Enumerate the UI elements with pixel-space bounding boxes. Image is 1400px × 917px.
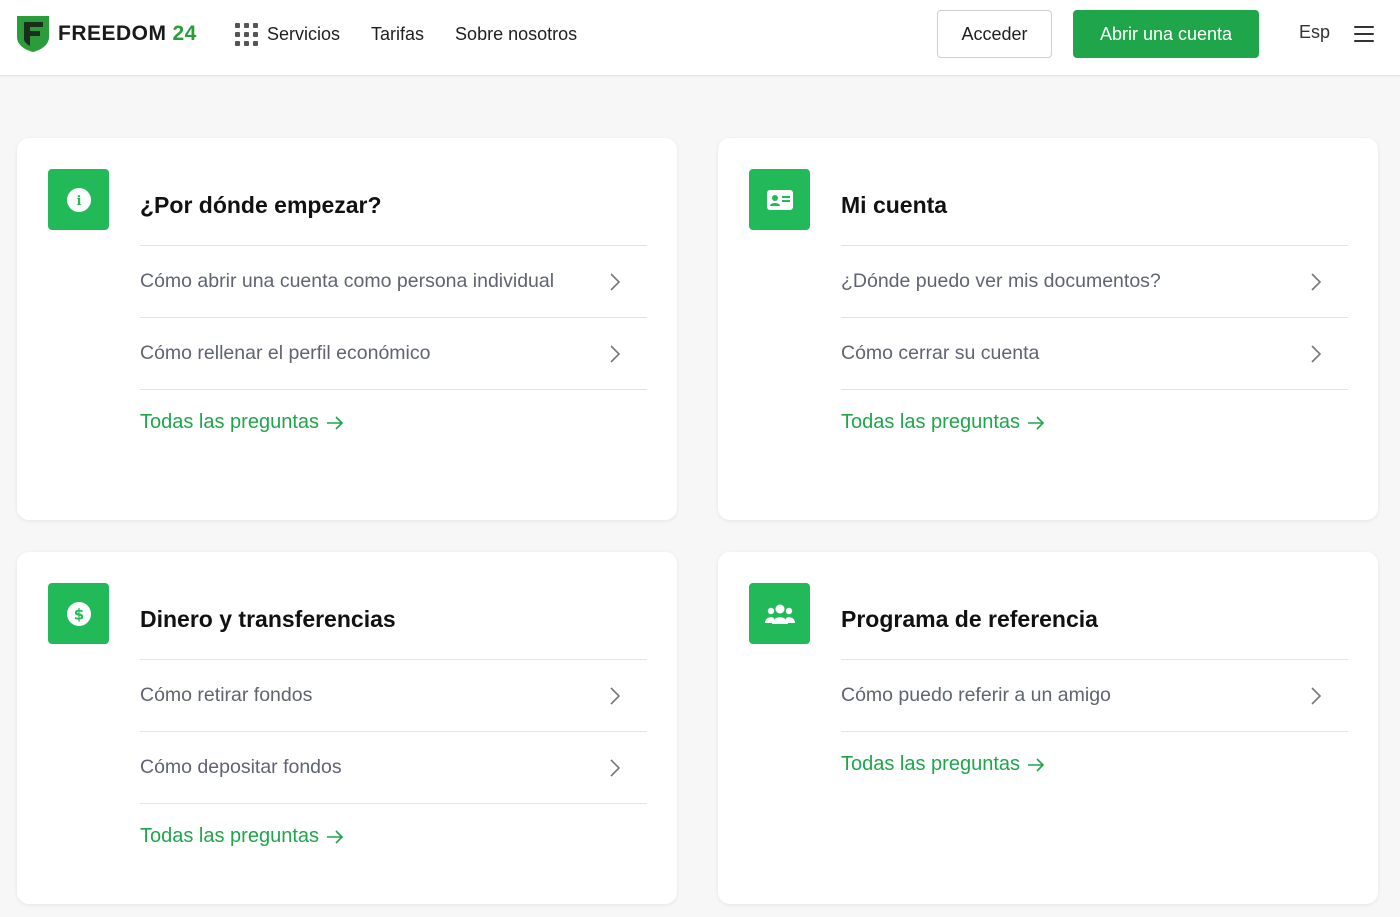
faq-item-label: Cómo puedo referir a un amigo — [841, 684, 1111, 706]
faq-list: Cómo abrir una cuenta como persona indiv… — [140, 245, 647, 434]
card-title: Mi cuenta — [841, 192, 948, 218]
all-questions-label: Todas las preguntas — [140, 825, 320, 847]
all-questions-link[interactable]: Todas las preguntas — [841, 389, 1348, 434]
chevron-right-icon — [1311, 686, 1322, 705]
card-title: ¿Por dónde empezar? — [140, 192, 382, 218]
faq-list: Cómo puedo referir a un amigo Todas las … — [841, 659, 1348, 776]
id-card-icon — [749, 169, 810, 230]
all-questions-label: Todas las preguntas — [140, 411, 320, 433]
faq-item-label: Cómo abrir una cuenta como persona indiv… — [140, 270, 555, 292]
main-nav: Servicios Tarifas Sobre nosotros — [235, 0, 608, 68]
open-account-button[interactable]: Abrir una cuenta — [1073, 10, 1259, 58]
faq-item-label: Cómo retirar fondos — [140, 684, 313, 706]
group-icon — [749, 583, 810, 644]
faq-item[interactable]: Cómo retirar fondos — [140, 659, 647, 731]
faq-card-referral-program: Programa de referencia Cómo puedo referi… — [718, 552, 1378, 904]
chevron-right-icon — [1311, 272, 1322, 291]
language-selector[interactable]: Esp — [1299, 22, 1330, 43]
logo-text: FREEDOM 24 — [58, 22, 197, 45]
faq-item[interactable]: Cómo rellenar el perfil económico — [140, 317, 647, 389]
nav-sobre-nosotros[interactable]: Sobre nosotros — [455, 24, 577, 45]
faq-item[interactable]: Cómo puedo referir a un amigo — [841, 659, 1348, 731]
svg-text:i: i — [76, 194, 81, 209]
arrow-right-icon — [1028, 415, 1045, 430]
chevron-right-icon — [610, 272, 621, 291]
faq-list: Cómo retirar fondos Cómo depositar fondo… — [140, 659, 647, 848]
all-questions-link[interactable]: Todas las preguntas — [841, 731, 1348, 776]
all-questions-link[interactable]: Todas las preguntas — [140, 803, 647, 848]
all-questions-label: Todas las preguntas — [841, 411, 1021, 433]
faq-item[interactable]: ¿Dónde puedo ver mis documentos? — [841, 245, 1348, 317]
arrow-right-icon — [327, 829, 344, 844]
nav-servicios-label: Servicios — [267, 23, 341, 44]
chevron-right-icon — [610, 344, 621, 363]
faq-item-label: Cómo depositar fondos — [140, 756, 342, 778]
faq-item-label: ¿Dónde puedo ver mis documentos? — [841, 270, 1161, 292]
login-button[interactable]: Acceder — [937, 10, 1052, 58]
info-icon: i — [48, 169, 109, 230]
chevron-right-icon — [1311, 344, 1322, 363]
nav-servicios[interactable]: Servicios — [235, 22, 340, 46]
chevron-right-icon — [610, 686, 621, 705]
logo[interactable]: FREEDOM 24 — [16, 15, 197, 53]
all-questions-label: Todas las preguntas — [841, 753, 1021, 775]
faq-item[interactable]: Cómo cerrar su cuenta — [841, 317, 1348, 389]
faq-item-label: Cómo rellenar el perfil económico — [140, 342, 431, 364]
svg-text:$: $ — [73, 605, 83, 623]
faq-card-money-transfers: $ Dinero y transferencias Cómo retirar f… — [17, 552, 677, 904]
arrow-right-icon — [327, 415, 344, 430]
dollar-icon: $ — [48, 583, 109, 644]
nav-tarifas-label: Tarifas — [371, 23, 425, 44]
arrow-right-icon — [1028, 757, 1045, 772]
faq-item[interactable]: Cómo abrir una cuenta como persona indiv… — [140, 245, 647, 317]
card-title: Programa de referencia — [841, 606, 1098, 632]
chevron-right-icon — [610, 758, 621, 777]
faq-item-label: Cómo cerrar su cuenta — [841, 342, 1040, 364]
faq-card-my-account: Mi cuenta ¿Dónde puedo ver mis documento… — [718, 138, 1378, 520]
shield-logo-icon — [17, 16, 49, 52]
grid-icon — [235, 22, 259, 46]
faq-card-getting-started: i ¿Por dónde empezar? Cómo abrir una cue… — [17, 138, 677, 520]
nav-sobre-nosotros-label: Sobre nosotros — [455, 23, 578, 44]
hamburger-menu-icon[interactable] — [1354, 26, 1374, 42]
nav-tarifas[interactable]: Tarifas — [371, 24, 424, 45]
card-title: Dinero y transferencias — [140, 606, 396, 632]
all-questions-link[interactable]: Todas las preguntas — [140, 389, 647, 434]
top-header: FREEDOM 24 Servicios Tarifas Sobre nosotr… — [0, 0, 1400, 76]
faq-item[interactable]: Cómo depositar fondos — [140, 731, 647, 803]
faq-list: ¿Dónde puedo ver mis documentos? Cómo ce… — [841, 245, 1348, 434]
